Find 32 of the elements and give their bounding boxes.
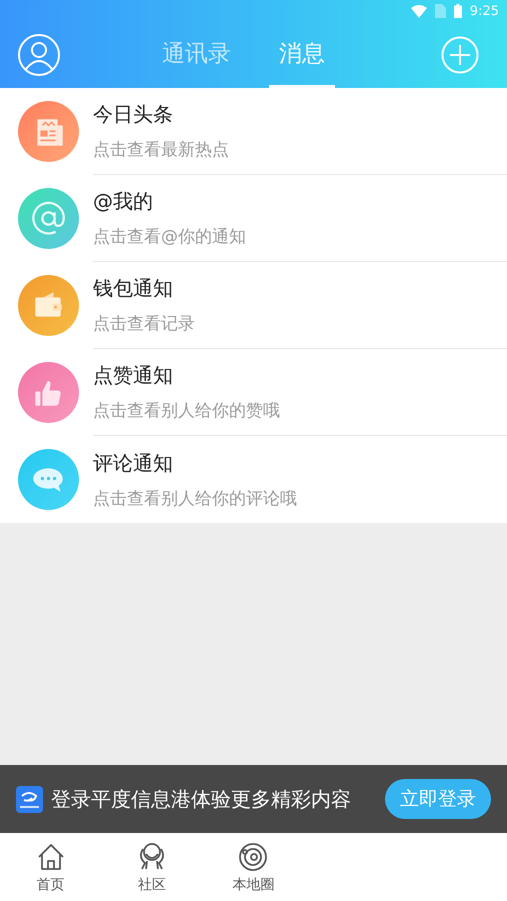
newspaper-icon <box>18 101 79 162</box>
message-item[interactable]: 钱包通知 点击查看记录 <box>0 262 507 349</box>
at-sign-icon <box>18 188 79 249</box>
message-item[interactable]: 点赞通知 点击查看别人给你的赞哦 <box>0 349 507 436</box>
message-subtitle: 点击查看@你的通知 <box>93 226 247 248</box>
message-title: 点赞通知 <box>93 362 174 389</box>
message-title: 今日头条 <box>93 101 174 128</box>
thumbs-up-icon <box>18 362 79 423</box>
wallet-icon <box>18 275 79 336</box>
message-subtitle: 点击查看记录 <box>93 313 196 335</box>
message-subtitle: 点击查看最新热点 <box>93 139 230 161</box>
no-sim-icon <box>434 4 446 18</box>
message-title: @我的 <box>93 188 154 215</box>
local-nav-icon <box>237 840 270 872</box>
profile-icon[interactable] <box>18 34 60 76</box>
message-item[interactable]: 今日头条 点击查看最新热点 <box>0 88 507 175</box>
add-icon[interactable] <box>441 36 479 74</box>
message-item[interactable]: 评论通知 点击查看别人给你的评论哦 <box>0 436 507 523</box>
nav-tab[interactable]: 首页 <box>0 833 102 901</box>
message-item[interactable]: @我的 点击查看@你的通知 <box>0 175 507 262</box>
status-time: 9:25 <box>470 4 499 18</box>
chat-bubble-icon <box>18 449 79 510</box>
message-subtitle: 点击查看别人给你的评论哦 <box>93 488 298 510</box>
battery-icon <box>454 4 462 18</box>
app-logo-icon <box>16 786 43 812</box>
message-title: 钱包通知 <box>93 275 174 302</box>
login-prompt: 登录平度信息港体验更多精彩内容 <box>51 786 352 812</box>
wifi-icon <box>410 4 427 18</box>
message-title: 评论通知 <box>93 450 174 476</box>
nav-tab[interactable]: 社区 <box>101 833 203 901</box>
message-subtitle: 点击查看别人给你的赞哦 <box>93 400 281 422</box>
nav-tab[interactable]: 本地圈 <box>202 833 304 901</box>
